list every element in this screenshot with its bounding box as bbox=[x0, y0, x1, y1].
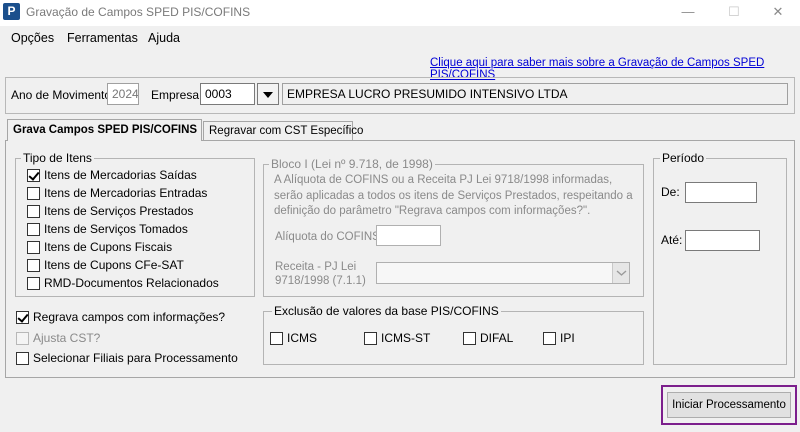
minimize-icon[interactable]: — bbox=[666, 0, 710, 26]
checkbox-label: IPI bbox=[560, 331, 575, 345]
menu-ferramentas[interactable]: Ferramentas bbox=[67, 31, 138, 45]
ano-field[interactable]: 2024 bbox=[107, 83, 139, 105]
empresa-dropdown-button[interactable] bbox=[257, 83, 279, 105]
checkbox-icon[interactable] bbox=[16, 352, 29, 365]
checkbox-label: DIFAL bbox=[480, 331, 514, 345]
checkbox-label: ICMS-ST bbox=[381, 331, 431, 345]
option-checkbox[interactable]: Regrava campos com informações? bbox=[16, 308, 256, 326]
tipo-item-checkbox[interactable]: Itens de Mercadorias Saídas bbox=[27, 166, 247, 184]
tipo-item-checkbox[interactable]: Itens de Cupons Fiscais bbox=[27, 238, 247, 256]
checkbox-label: RMD-Documentos Relacionados bbox=[44, 276, 219, 290]
receita-pj-label-line2: 9718/1998 (7.1.1) bbox=[275, 275, 366, 287]
bloco-i-legend: Bloco I (Lei nº 9.718, de 1998) bbox=[269, 157, 435, 171]
checkbox-label: ICMS bbox=[287, 331, 317, 345]
checkbox-icon[interactable] bbox=[27, 277, 40, 290]
checkbox-icon bbox=[16, 332, 29, 345]
tipo-item-checkbox[interactable]: Itens de Cupons CFe-SAT bbox=[27, 256, 247, 274]
checkbox-icon[interactable] bbox=[270, 332, 283, 345]
checkbox-icon[interactable] bbox=[16, 311, 29, 324]
checkbox-icon[interactable] bbox=[543, 332, 556, 345]
tipo-item-checkbox[interactable]: Itens de Mercadorias Entradas bbox=[27, 184, 247, 202]
bloco-i-description: A Alíquota de COFINS ou a Receita PJ Lei… bbox=[274, 174, 633, 217]
checkbox-label: Regrava campos com informações? bbox=[33, 310, 226, 324]
exclusao-checkbox[interactable]: ICMS-ST bbox=[364, 329, 444, 347]
checkbox-icon[interactable] bbox=[27, 187, 40, 200]
checkbox-label: Selecionar Filiais para Processamento bbox=[33, 351, 238, 365]
checkbox-label: Itens de Cupons CFe-SAT bbox=[44, 258, 184, 272]
tipo-item-checkbox[interactable]: Itens de Serviços Tomados bbox=[27, 220, 247, 238]
empresa-code-field[interactable]: 0003 bbox=[200, 83, 255, 105]
checkbox-icon[interactable] bbox=[27, 205, 40, 218]
empresa-label: Empresa: bbox=[151, 88, 203, 102]
tab-regravar-cst[interactable]: Regravar com CST Específico bbox=[203, 121, 363, 141]
app-logo-icon: P bbox=[3, 3, 20, 20]
periodo-ate-label: Até: bbox=[661, 233, 683, 247]
aliquota-cofins-label: Alíquota do COFINS bbox=[275, 231, 380, 243]
tipo-item-checkbox[interactable]: Itens de Serviços Prestados bbox=[27, 202, 247, 220]
option-checkbox[interactable]: Selecionar Filiais para Processamento bbox=[16, 349, 256, 367]
checkbox-icon[interactable] bbox=[27, 223, 40, 236]
iniciar-processamento-button[interactable]: Iniciar Processamento bbox=[667, 392, 791, 418]
ano-label: Ano de Movimento: bbox=[11, 88, 115, 102]
menu-ajuda[interactable]: Ajuda bbox=[148, 31, 180, 45]
periodo-de-label: De: bbox=[661, 185, 680, 199]
checkbox-icon[interactable] bbox=[27, 259, 40, 272]
periodo-ate-field[interactable] bbox=[685, 230, 760, 251]
option-checkbox: Ajusta CST? bbox=[16, 329, 256, 347]
menu-opcoes[interactable]: Opções bbox=[11, 31, 54, 45]
checkbox-label: Itens de Mercadorias Saídas bbox=[44, 168, 197, 182]
aliquota-cofins-field[interactable] bbox=[376, 225, 441, 246]
checkbox-icon[interactable] bbox=[463, 332, 476, 345]
tipo-item-checkbox[interactable]: RMD-Documentos Relacionados bbox=[27, 274, 247, 292]
checkbox-label: Itens de Serviços Prestados bbox=[44, 204, 194, 218]
checkbox-label: Itens de Mercadorias Entradas bbox=[44, 186, 208, 200]
close-icon[interactable]: ✕ bbox=[756, 0, 800, 26]
empresa-name-field: EMPRESA LUCRO PRESUMIDO INTENSIVO LTDA bbox=[282, 83, 788, 105]
periodo-legend: Período bbox=[660, 151, 707, 165]
periodo-de-field[interactable] bbox=[685, 182, 757, 203]
exclusao-checkbox[interactable]: DIFAL bbox=[463, 329, 543, 347]
checkbox-label: Ajusta CST? bbox=[33, 331, 101, 345]
tipo-itens-legend: Tipo de Itens bbox=[21, 151, 94, 165]
receita-pj-dropdown-icon[interactable] bbox=[612, 263, 629, 283]
checkbox-icon[interactable] bbox=[27, 169, 40, 182]
receita-pj-select[interactable] bbox=[376, 262, 630, 284]
checkbox-icon[interactable] bbox=[27, 241, 40, 254]
checkbox-label: Itens de Serviços Tomados bbox=[44, 222, 188, 236]
exclusao-legend: Exclusão de valores da base PIS/COFINS bbox=[272, 304, 501, 318]
tab-grava-campos[interactable]: Grava Campos SPED PIS/COFINS bbox=[7, 119, 202, 141]
checkbox-label: Itens de Cupons Fiscais bbox=[44, 240, 173, 254]
exclusao-checkbox[interactable]: IPI bbox=[543, 329, 623, 347]
exclusao-checkbox[interactable]: ICMS bbox=[270, 329, 350, 347]
window-title: Gravação de Campos SPED PIS/COFINS bbox=[26, 5, 251, 19]
maximize-icon[interactable]: ☐ bbox=[712, 0, 756, 26]
checkbox-icon[interactable] bbox=[364, 332, 377, 345]
